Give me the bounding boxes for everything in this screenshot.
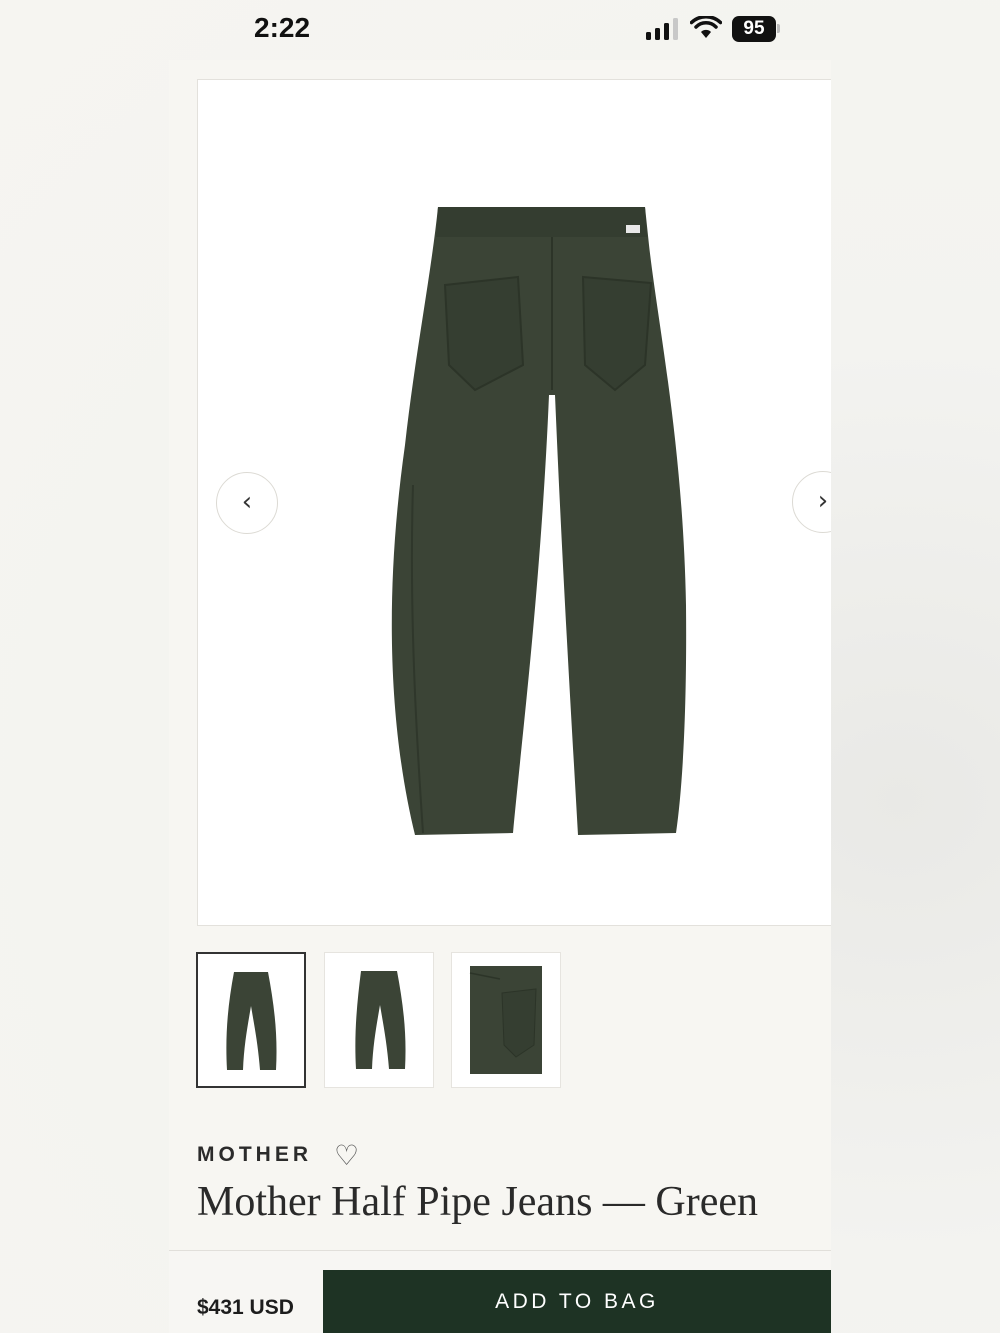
status-time: 2:22: [254, 12, 311, 43]
battery-icon: 95: [732, 16, 776, 42]
pocket-detail-thumbnail-image: [469, 966, 542, 1074]
thumbnail-pocket-detail[interactable]: [451, 952, 561, 1088]
product-price: $431 USD: [197, 1296, 294, 1319]
battery-tip: [777, 24, 780, 33]
product-title: Mother Half Pipe Jeans — Green: [197, 1179, 759, 1225]
jeans-thumbnail-image: [355, 971, 406, 1069]
thumbnail-back[interactable]: [324, 952, 434, 1088]
previous-image-button[interactable]: ‹: [216, 472, 278, 534]
jeans-thumbnail-image: [226, 972, 277, 1070]
jeans-image: [391, 207, 687, 835]
add-to-bag-button[interactable]: ADD TO BAG: [323, 1270, 831, 1333]
wifi-icon: [690, 16, 722, 38]
brand-row: MOTHER ♡: [197, 1139, 359, 1172]
product-main-image[interactable]: ‹: [197, 79, 831, 926]
product-panel: ‹ › MOTHER ♡ Mother Half Pipe Jeans — Gr…: [169, 60, 831, 1333]
status-bar: 2:22 95: [0, 0, 1000, 60]
sticky-purchase-bar: $431 USD ADD TO BAG: [169, 1250, 831, 1333]
heart-outline-icon[interactable]: ♡: [334, 1139, 359, 1172]
cellular-signal-icon: [646, 18, 678, 40]
brand-name[interactable]: MOTHER: [197, 1143, 312, 1167]
thumbnail-front[interactable]: [196, 952, 306, 1088]
